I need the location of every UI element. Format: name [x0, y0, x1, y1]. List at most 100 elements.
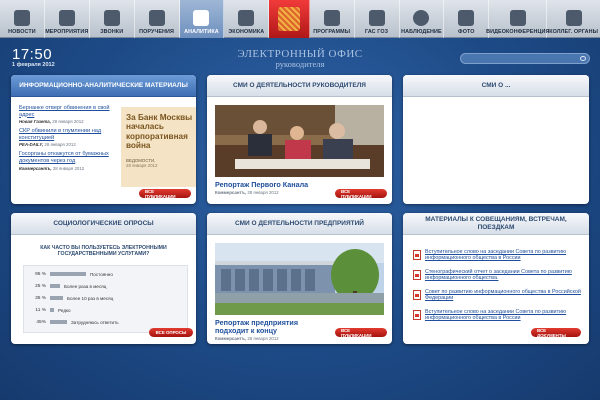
current-date: 1 февраля 2012 — [12, 62, 55, 68]
poll-row: 35 % Более 10 раз в месяц — [30, 294, 113, 302]
news-link[interactable]: Бернанке отверг обвинения в свой адрес — [19, 105, 117, 118]
poll-results: 95 % Постоянно 25 % Более раза в месяц 3… — [23, 265, 188, 333]
photo-caption[interactable]: Репортаж предприятия подходит к концу — [215, 319, 325, 335]
poll-label: Редко — [58, 307, 71, 313]
document-link[interactable]: Вступительное слово на заседании Совета … — [425, 309, 583, 322]
featured-article[interactable]: За Банк Москвы началась корпоративная во… — [121, 107, 196, 187]
photo-source-name: Коммерсантъ, — [215, 190, 247, 195]
panel-header: СМИ о ... — [403, 75, 589, 97]
poll-panel: Социологические опросы Как часто вы поль… — [11, 213, 196, 344]
news-link[interactable]: Госорганы откажутся от бумажных документ… — [19, 151, 117, 164]
pdf-icon — [413, 310, 421, 320]
panel-title: СМИ о ... — [481, 81, 511, 89]
briefcase-icon — [323, 10, 340, 26]
pen-icon — [58, 10, 75, 26]
poll-label: Более 10 раз в месяц — [67, 295, 114, 301]
media-head-panel: СМИ о деятельности руководителя Репортаж… — [207, 75, 392, 204]
news-source: PEA-DAILY, — [19, 142, 44, 148]
photo-source: Коммерсантъ, 28 января 2012 — [215, 190, 279, 195]
document-link[interactable]: Стенографический отчет о заседании Совет… — [425, 269, 583, 282]
panel-title: Материалы к совещаниям, встречам, поездк… — [425, 216, 567, 231]
poll-label: Затрудняюсь ответить — [71, 319, 119, 325]
nav-item-photo[interactable]: Фото — [444, 0, 490, 38]
photo-caption[interactable]: Репортаж Первого Канала — [215, 181, 335, 189]
nav-item-assignments[interactable]: Поручения — [135, 0, 180, 38]
photo-date: 28 января 2012 — [247, 190, 279, 195]
poll-bar — [50, 272, 86, 276]
poll-row: 25 % Более раза в месяц — [30, 282, 106, 290]
nav-item-events[interactable]: Мероприятия — [45, 0, 90, 38]
poll-question: Как часто вы пользуетесь электронными го… — [40, 245, 167, 258]
panel-title: СМИ о деятельности руководителя — [233, 81, 366, 89]
nav-label: Новости — [8, 29, 36, 35]
featured-headline: За Банк Москвы началась корпоративная во… — [126, 113, 193, 151]
nav-item-surveillance[interactable]: Наблюдение — [400, 0, 445, 38]
nav-item-videoconference[interactable]: Видеоконференция — [486, 0, 550, 38]
nav-item-emblem[interactable] — [269, 0, 310, 38]
nav-label: Видеоконференция — [486, 29, 550, 35]
poll-percent: 95 % — [35, 271, 46, 277]
all-publications-button[interactable]: Все публикации — [335, 328, 387, 338]
news-meta: Коммерсантъ, 28 января 2012 — [19, 166, 117, 171]
all-publications-button[interactable]: Все публикации — [139, 189, 191, 199]
building-icon — [565, 10, 582, 26]
nav-item-calls[interactable]: Звонки — [90, 0, 135, 38]
panel-header: Информационно-аналитические материалы — [11, 75, 196, 97]
nav-item-programs[interactable]: Программы — [310, 0, 355, 38]
camera-icon — [413, 10, 430, 26]
nav-label: Наблюдение — [401, 29, 442, 35]
poll-percent: 35 % — [35, 295, 46, 301]
poll-percent: 45% — [36, 319, 46, 325]
emblem-icon — [278, 7, 300, 31]
news-date: 28 января 2012 — [44, 142, 76, 148]
document-link[interactable]: Вступительное слово на заседании Совета … — [425, 249, 583, 262]
news-photo[interactable] — [215, 243, 384, 315]
phone-device-icon — [13, 10, 30, 26]
poll-bar — [50, 296, 63, 300]
nav-item-economy[interactable]: Экономика — [224, 0, 270, 38]
all-polls-button[interactable]: Все опросы — [149, 328, 193, 337]
nav-item-gas-goz[interactable]: ГАС ГОЗ — [355, 0, 400, 38]
panel-title: СМИ о деятельности предприятий — [235, 219, 364, 227]
news-link[interactable]: СКР обвинили в глумлении над конституцие… — [19, 128, 117, 141]
nav-label: Поручения — [139, 29, 174, 35]
document-item[interactable]: Стенографический отчет о заседании Совет… — [413, 269, 583, 282]
news-list: Бернанке отверг обвинения в свой адрес Н… — [19, 105, 117, 175]
document-item[interactable]: Совет по развитию информационного общест… — [413, 289, 583, 302]
poll-label: Более раза в месяц — [64, 283, 107, 289]
featured-date: 28 января 2012 — [126, 162, 158, 168]
document-link[interactable]: Совет по развитию информационного общест… — [425, 289, 583, 302]
poll-row: 45% Затрудняюсь ответить — [30, 318, 119, 326]
search-input[interactable] — [460, 53, 590, 64]
nav-item-collegial-bodies[interactable]: Коллег. органы — [547, 0, 600, 38]
panel-header: СМИ о деятельности предприятий — [207, 213, 392, 235]
analytics-icon — [193, 10, 210, 26]
search-icon[interactable] — [580, 56, 586, 61]
poll-percent: 11 % — [35, 307, 46, 313]
all-publications-button[interactable]: Все публикации — [335, 189, 387, 199]
meeting-photo-image — [215, 105, 384, 177]
news-source: Новая Газета, — [19, 119, 51, 125]
document-item[interactable]: Вступительное слово на заседании Совета … — [413, 309, 583, 322]
panel-header: Социологические опросы — [11, 213, 196, 235]
panel-title: Информационно-аналитические материалы — [19, 81, 188, 89]
nav-item-news[interactable]: Новости — [0, 0, 45, 38]
video-conference-icon — [509, 10, 526, 26]
analytics-panel: Информационно-аналитические материалы Бе… — [11, 75, 196, 204]
people-icon — [148, 10, 165, 26]
clock: 17:50 — [12, 46, 53, 63]
all-documents-button[interactable]: Все документы — [531, 328, 581, 338]
poll-row: 11 % Редко — [30, 306, 71, 314]
nav-item-analytics[interactable]: Аналитика — [179, 0, 225, 38]
panel-title: Социологические опросы — [53, 219, 154, 227]
monitor-icon — [368, 10, 385, 26]
panel-header: СМИ о деятельности руководителя — [207, 75, 392, 97]
nav-label: Звонки — [100, 29, 124, 35]
pdf-icon — [413, 250, 421, 260]
nav-label: Аналитика — [184, 29, 219, 35]
panel-header: Материалы к совещаниям, встречам, поездк… — [403, 213, 589, 235]
document-item[interactable]: Вступительное слово на заседании Совета … — [413, 249, 583, 262]
news-source: Коммерсантъ, — [19, 165, 52, 171]
top-navigation: Новости Мероприятия Звонки Поручения Ана… — [0, 0, 600, 38]
news-photo[interactable] — [215, 105, 384, 177]
